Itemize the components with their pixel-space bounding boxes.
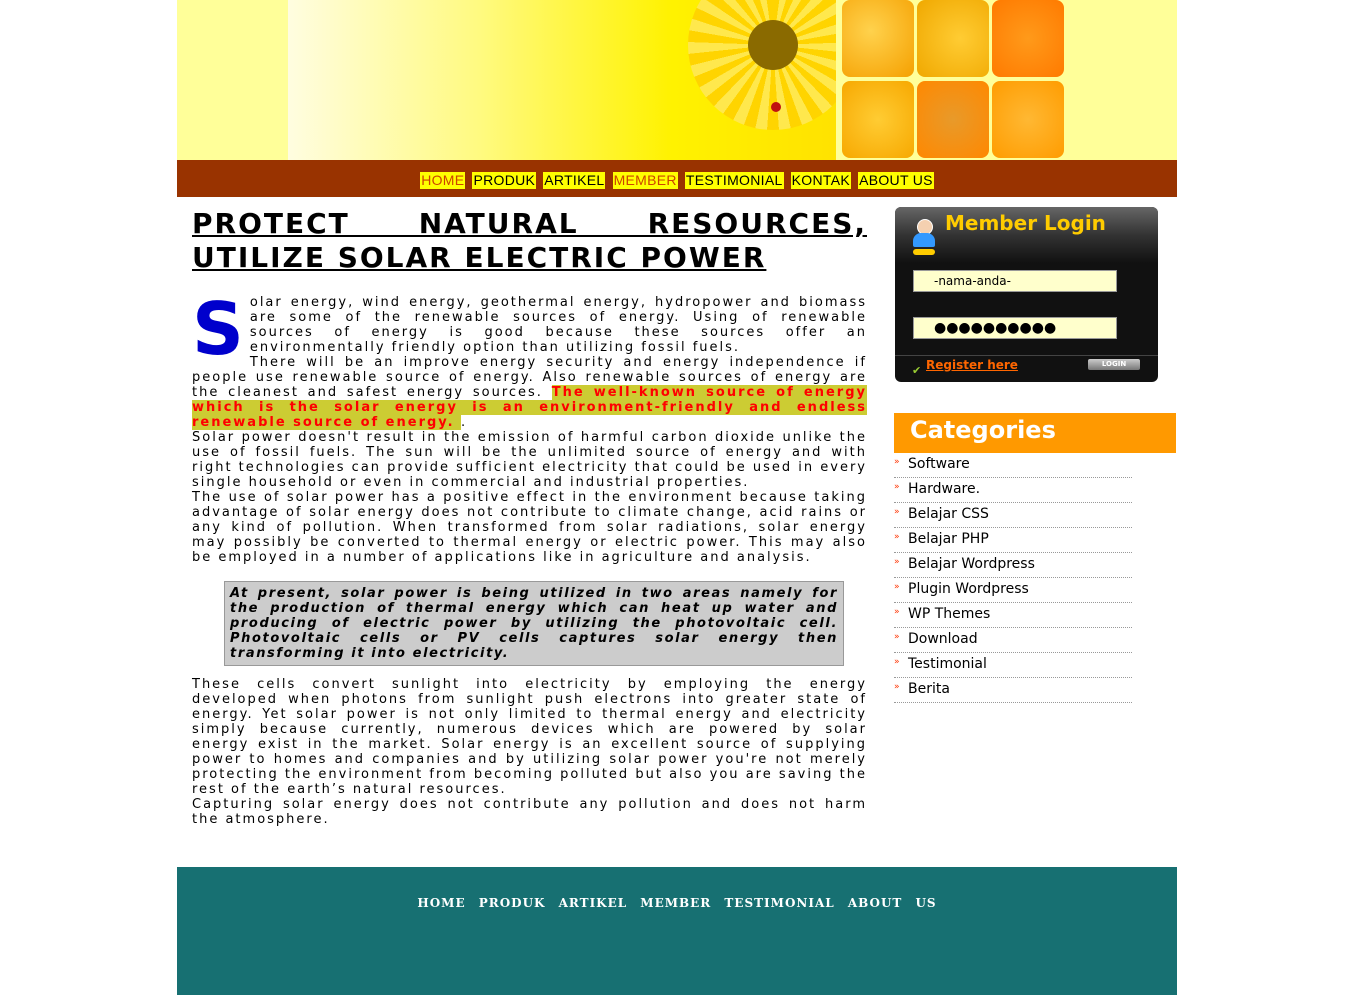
login-title: Member Login: [945, 211, 1106, 235]
category-item[interactable]: » Plugin Wordpress: [894, 578, 1132, 603]
footer-nav-about[interactable]: ABOUT: [848, 896, 903, 910]
login-footer: ✔ Register here LOGIN: [895, 355, 1158, 382]
footer-nav-artikel[interactable]: ARTIKEL: [559, 896, 628, 910]
arrow-icon: »: [894, 482, 900, 492]
category-item[interactable]: » Belajar PHP: [894, 528, 1132, 553]
flower-tile: [992, 0, 1064, 77]
category-link[interactable]: Berita: [908, 681, 950, 697]
article-paragraph: There will be an improve energy security…: [192, 355, 867, 430]
footer-nav: HOME PRODUK ARTIKEL MEMBER TESTIMONIAL A…: [177, 892, 1177, 911]
category-item[interactable]: » Hardware.: [894, 478, 1132, 503]
categories-list: » Software » Hardware. » Belajar CSS » Belaj…: [894, 453, 1132, 703]
ladybug-graphic: [771, 102, 781, 112]
nav-member[interactable]: MEMBER: [612, 172, 678, 189]
article-title: PROTECT NATURAL RESOURCES, UTILIZE SOLAR…: [192, 207, 867, 274]
flower-tile: [917, 81, 989, 158]
category-item[interactable]: » Software: [894, 453, 1132, 478]
categories-box: Categories » Software » Hardware. » Belajar…: [894, 413, 1176, 703]
nav-about-us[interactable]: ABOUT US: [858, 172, 934, 189]
footer-nav-us[interactable]: US: [915, 896, 936, 910]
footer-nav-testimonial[interactable]: TESTIMONIAL: [724, 896, 834, 910]
category-item[interactable]: » WP Themes: [894, 603, 1132, 628]
flower-tile: [992, 81, 1064, 158]
password-input[interactable]: [913, 317, 1117, 339]
category-link[interactable]: Belajar PHP: [908, 531, 989, 547]
footer-nav-home[interactable]: HOME: [417, 896, 465, 910]
arrow-icon: »: [894, 457, 900, 467]
article-paragraph: The use of solar power has a positive ef…: [192, 490, 867, 565]
category-item[interactable]: » Berita: [894, 678, 1132, 703]
category-item[interactable]: » Testimonial: [894, 653, 1132, 678]
header-banner: [177, 0, 1177, 160]
sunflower-banner-image: [288, 0, 836, 160]
nav-artikel[interactable]: ARTIKEL: [543, 172, 606, 189]
article-quote: At present, solar power is being utilize…: [224, 581, 844, 666]
member-login-box: Member Login ✔ Register here LOGIN: [895, 207, 1158, 382]
category-link[interactable]: Belajar Wordpress: [908, 556, 1035, 572]
arrow-icon: »: [894, 557, 900, 567]
arrow-icon: »: [894, 632, 900, 642]
nav-home[interactable]: HOME: [420, 172, 466, 189]
category-link[interactable]: Hardware.: [908, 481, 980, 497]
footer: HOME PRODUK ARTIKEL MEMBER TESTIMONIAL A…: [177, 867, 1177, 995]
category-link[interactable]: Plugin Wordpress: [908, 581, 1029, 597]
flower-tile: [917, 0, 989, 77]
article: PROTECT NATURAL RESOURCES, UTILIZE SOLAR…: [192, 207, 867, 827]
article-paragraph: Solar energy, wind energy, geothermal en…: [192, 287, 867, 371]
arrow-icon: »: [894, 532, 900, 542]
category-link[interactable]: Testimonial: [908, 656, 987, 672]
arrow-icon: »: [894, 682, 900, 692]
register-link[interactable]: Register here: [926, 358, 1018, 372]
flower-tile: [842, 0, 914, 77]
category-item[interactable]: » Belajar Wordpress: [894, 553, 1132, 578]
nav-testimonial[interactable]: TESTIMONIAL: [684, 172, 784, 189]
footer-nav-member[interactable]: MEMBER: [640, 896, 711, 910]
categories-header: Categories: [894, 413, 1176, 453]
article-paragraph: Solar power doesn't result in the emissi…: [192, 430, 867, 490]
arrow-icon: »: [894, 507, 900, 517]
category-item[interactable]: » Download: [894, 628, 1132, 653]
arrow-icon: »: [894, 607, 900, 617]
checkmark-icon: ✔: [912, 364, 922, 377]
username-input[interactable]: [913, 270, 1117, 292]
arrow-icon: »: [894, 582, 900, 592]
article-paragraph: Capturing solar energy does not contribu…: [192, 797, 867, 827]
category-link[interactable]: Download: [908, 631, 978, 647]
article-paragraph: These cells convert sunlight into electr…: [192, 677, 867, 797]
category-link[interactable]: Belajar CSS: [908, 506, 989, 522]
category-link[interactable]: WP Themes: [908, 606, 990, 622]
footer-nav-produk[interactable]: PRODUK: [479, 896, 546, 910]
nav-produk[interactable]: PRODUK: [472, 172, 537, 189]
main-nav: HOME PRODUK ARTIKEL MEMBER TESTIMONIAL K…: [177, 160, 1177, 197]
dropcap: S: [192, 287, 246, 371]
flower-tile: [842, 81, 914, 158]
sunflower-graphic: [688, 0, 836, 130]
nav-kontak[interactable]: KONTAK: [790, 172, 851, 189]
category-item[interactable]: » Belajar CSS: [894, 503, 1132, 528]
category-link[interactable]: Software: [908, 456, 970, 472]
user-icon: [913, 219, 935, 255]
login-button[interactable]: LOGIN: [1088, 359, 1140, 370]
arrow-icon: »: [894, 657, 900, 667]
page-wrapper: HOME PRODUK ARTIKEL MEMBER TESTIMONIAL K…: [177, 0, 1177, 995]
